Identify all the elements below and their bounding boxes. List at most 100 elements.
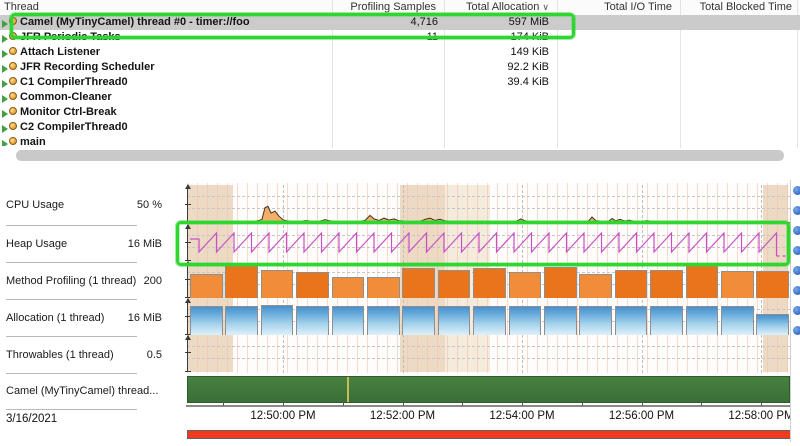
table-body: Camel (MyTinyCamel) thread #0 - timer://… <box>0 15 800 146</box>
allocation-bar <box>650 306 683 335</box>
allocation-bar <box>367 306 400 335</box>
axis-arrow-icon <box>185 184 191 189</box>
row-control-icon[interactable] <box>793 326 800 335</box>
row-control-icon[interactable] <box>793 246 800 255</box>
axis-arrow-icon <box>185 224 191 229</box>
cell-samples: 11 <box>332 30 438 45</box>
method-profiling-bar <box>756 271 789 298</box>
column-header-total-blocked-time[interactable]: Total Blocked Time <box>680 0 792 15</box>
camel-thread-lifeline <box>187 376 790 403</box>
time-tick-label: 12:58:00 PM <box>728 410 793 422</box>
axis-arrow-icon <box>185 261 191 266</box>
cell-samples: 4,716 <box>332 15 438 30</box>
cell-allocation: 92.2 KiB <box>444 60 549 75</box>
method-profiling-bar <box>473 268 506 298</box>
thread-name: C2 CompilerThread0 <box>20 120 128 135</box>
running-arrow-icon <box>2 125 8 133</box>
row-control-icon[interactable] <box>793 186 800 195</box>
time-tick-label: 12:50:00 PM <box>250 410 315 422</box>
row-control-icon[interactable] <box>793 286 800 295</box>
column-header-total-i-o-time[interactable]: Total I/O Time <box>557 0 672 15</box>
cell-allocation: 597 MiB <box>444 15 549 30</box>
timeline-plot[interactable] <box>187 183 790 375</box>
time-tick-label: 12:56:00 PM <box>609 410 674 422</box>
table-row-thread[interactable]: Common-Cleaner <box>0 90 800 105</box>
row-separator <box>6 262 137 263</box>
method-profiling-bar <box>509 272 542 298</box>
time-tick-label: 12:54:00 PM <box>489 410 554 422</box>
running-arrow-icon <box>2 80 8 88</box>
column-header-profiling-samples[interactable]: Profiling Samples <box>332 0 436 15</box>
allocation-bar <box>721 306 754 335</box>
cell-allocation: 149 KiB <box>444 45 549 60</box>
table-horizontal-scrollbar[interactable] <box>16 150 784 161</box>
row-label-text: CPU Usage <box>0 199 64 211</box>
timeline-row-label-2: Heap Usage16 MiB <box>0 225 187 262</box>
table-row-thread[interactable]: JFR Periodic Tasks11174 KiB <box>0 30 800 45</box>
thread-state-icon <box>2 47 18 58</box>
column-header-total-allocation[interactable]: Total Allocation∨ <box>444 0 549 15</box>
method-profiling-bar <box>296 272 329 298</box>
allocation-bar <box>544 306 577 335</box>
row-separator <box>6 225 137 226</box>
row-control-icon[interactable] <box>793 206 800 215</box>
thread-ball-icon <box>9 107 17 115</box>
timeline-scrollbar[interactable] <box>187 430 791 439</box>
method-profiling-bar <box>332 277 365 298</box>
thread-ball-icon <box>9 62 17 70</box>
allocation-bar <box>225 306 258 335</box>
method-profiling-bar <box>686 264 719 298</box>
row-control-icon[interactable] <box>793 306 800 315</box>
axis-arrow-icon <box>185 335 191 340</box>
time-tick-label: 12:52:00 PM <box>370 410 435 422</box>
method-profiling-bar <box>261 270 294 298</box>
thread-state-icon <box>2 107 18 118</box>
allocation-bar <box>190 306 223 335</box>
timeline-row-label-3: Method Profiling (1 thread)200 <box>0 262 187 299</box>
table-row-thread[interactable]: Attach Listener 149 KiB <box>0 45 800 60</box>
method-profiling-bar <box>225 265 258 298</box>
axis-arrow-icon <box>185 298 191 303</box>
time-axis-line <box>186 405 792 407</box>
allocation-bar <box>438 306 471 335</box>
row-separator <box>6 336 137 337</box>
thread-name: Camel (MyTinyCamel) thread #0 - timer://… <box>20 15 250 30</box>
timeline-panel: CPU Usage50 %Heap Usage16 MiBMethod Prof… <box>0 180 800 446</box>
row-control-icon[interactable] <box>793 266 800 275</box>
row-control-icon[interactable] <box>793 226 800 235</box>
cell-allocation: 39.4 KiB <box>444 75 549 90</box>
thread-name: Attach Listener <box>20 45 100 60</box>
thread-state-icon <box>2 32 18 43</box>
value-gridline <box>187 196 790 197</box>
method-profiling-bar <box>721 271 754 298</box>
table-row-thread[interactable]: JFR Recording Scheduler 92.2 KiB <box>0 60 800 75</box>
axis-tick-mark <box>185 204 191 205</box>
row-value-axis <box>187 336 188 372</box>
thread-name: Monitor Ctrl-Break <box>20 105 117 120</box>
table-row-thread[interactable]: C2 CompilerThread0 <box>0 120 800 135</box>
row-label-text: Camel (MyTinyCamel) thread... <box>0 385 158 397</box>
table-row-thread[interactable]: Camel (MyTinyCamel) thread #0 - timer://… <box>0 15 800 30</box>
row-tick-value: 16 MiB <box>128 312 162 324</box>
row-value-axis <box>187 225 188 261</box>
thread-name: JFR Periodic Tasks <box>20 30 121 45</box>
allocation-bar <box>296 306 329 335</box>
row-tick-value: 200 <box>144 275 162 287</box>
thread-ball-icon <box>9 92 17 100</box>
table-row-thread[interactable]: C1 CompilerThread039.4 KiB <box>0 75 800 90</box>
method-profiling-bar <box>190 274 223 298</box>
sort-indicator-icon: ∨ <box>542 2 549 12</box>
row-tick-value: 0.5 <box>147 349 162 361</box>
allocation-bar <box>261 305 294 335</box>
method-profiling-bar <box>367 277 400 298</box>
allocation-bar <box>579 306 612 335</box>
column-header-thread[interactable]: Thread <box>4 0 324 15</box>
thread-ball-icon <box>9 137 17 145</box>
axis-tick-mark <box>185 371 191 372</box>
table-row-thread[interactable]: Monitor Ctrl-Break <box>0 105 800 120</box>
row-value-axis <box>187 185 188 224</box>
table-row-thread[interactable]: main <box>0 135 800 146</box>
allocation-bar <box>332 306 365 335</box>
thread-name: JFR Recording Scheduler <box>20 60 154 75</box>
method-profiling-bar <box>650 270 683 298</box>
